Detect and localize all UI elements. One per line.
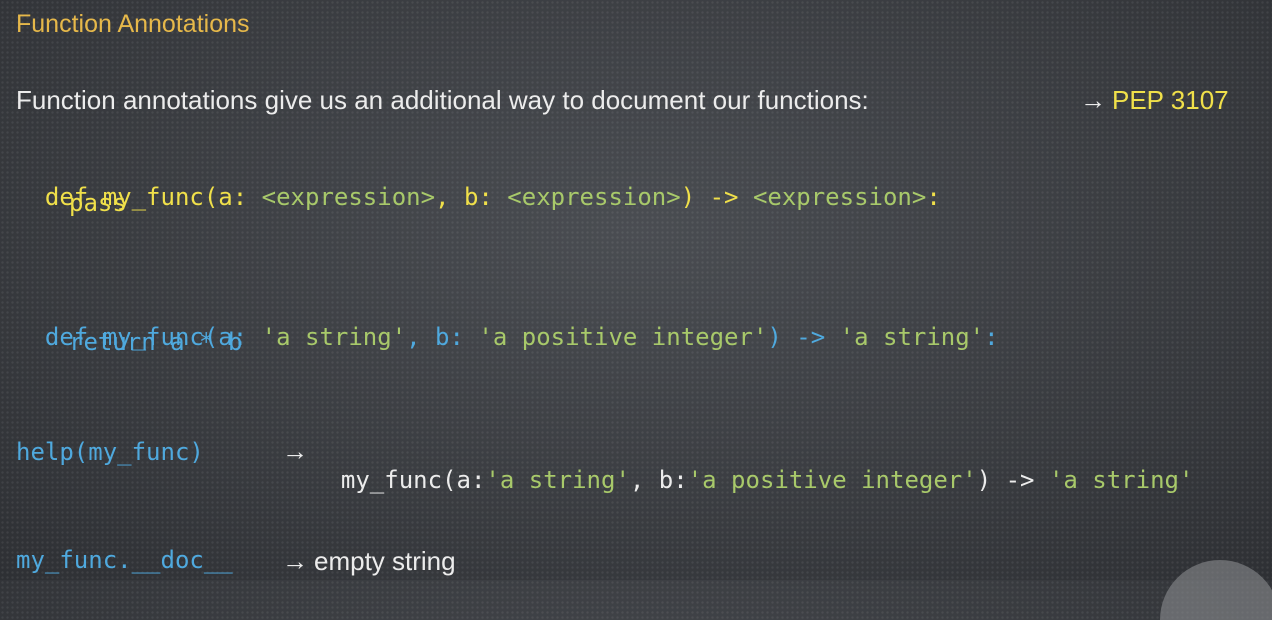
doc-result: empty string — [314, 546, 456, 576]
code-colon: : — [984, 323, 999, 351]
code-return: return a * b — [69, 328, 243, 356]
code-annotation-return: 'a string' — [839, 323, 985, 351]
help-annotation-a: 'a string' — [485, 466, 630, 494]
code-param-b: , b: — [435, 183, 508, 211]
slide-title: Function Annotations — [16, 10, 250, 38]
help-output: my_func(a:'a string', b:'a positive inte… — [312, 438, 1194, 494]
code-expr-b: <expression> — [507, 183, 681, 211]
code-generic-signature: def my_func(a: <expression>, b: <express… — [16, 155, 941, 211]
code-colon: : — [926, 183, 941, 211]
help-param-b: , b: — [629, 466, 688, 494]
code-param-b: , b: — [406, 323, 479, 351]
intro-text: Function annotations give us an addition… — [16, 85, 869, 115]
help-call: help(my_func) — [16, 438, 204, 466]
code-annotation-b: 'a positive integer' — [478, 323, 768, 351]
code-return-arrow: ) -> — [680, 183, 753, 211]
code-pass: pass — [69, 189, 127, 217]
code-expr-a: <expression> — [261, 183, 436, 211]
presenter-avatar — [1160, 560, 1272, 620]
doc-expression: my_func.__doc__ — [16, 546, 233, 574]
pep-arrow-icon: → — [1080, 85, 1106, 115]
help-arrow-icon: → — [282, 436, 308, 466]
help-sig-start: my_func(a: — [340, 466, 486, 494]
help-return-arrow: ) -> — [976, 466, 1049, 494]
doc-arrow-icon: → — [282, 546, 308, 576]
code-expr-return: <expression> — [752, 183, 927, 211]
help-annotation-b: 'a positive integer' — [687, 466, 977, 494]
code-annotation-a: 'a string' — [261, 323, 407, 351]
pep-reference: PEP 3107 — [1112, 85, 1229, 115]
help-annotation-return: 'a string' — [1048, 466, 1194, 494]
code-return-arrow: ) -> — [767, 323, 840, 351]
